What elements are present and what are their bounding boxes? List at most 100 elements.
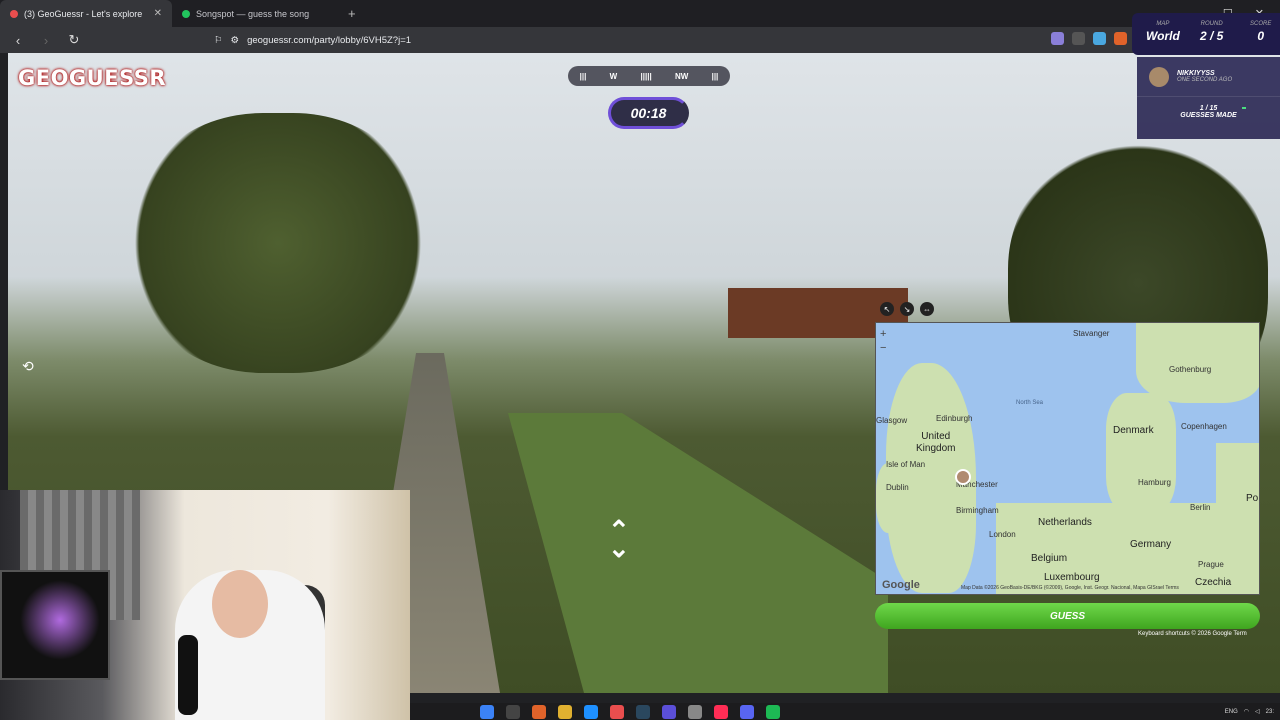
tray-time[interactable]: 23: [1266, 709, 1274, 715]
zoom-out-icon[interactable]: − [880, 341, 886, 355]
compass: ||| W ||||| NW ||| [568, 66, 730, 86]
discord-icon[interactable] [740, 704, 754, 719]
geoguessr-logo[interactable]: GEOGUESSR [18, 66, 166, 90]
google-logo: Google [882, 579, 920, 591]
map-label-po: Po [1246, 493, 1259, 504]
map-label-denmark: Denmark [1113, 425, 1154, 436]
player-name: NIKKIYYSS [1177, 70, 1215, 77]
pin-map-icon[interactable]: ⇔ [920, 302, 934, 316]
map-label-prague: Prague [1198, 560, 1224, 569]
map-label-copenhagen: Copenhagen [1181, 422, 1227, 431]
map-land-ireland [876, 463, 906, 533]
expand-map-icon[interactable]: ↖ [880, 302, 894, 316]
site-info-icon[interactable]: ⚙ [231, 35, 240, 46]
map-label-belgium: Belgium [1031, 553, 1068, 564]
tray-lang[interactable]: ENG [1225, 709, 1238, 715]
round-value: 2 / 5 [1200, 29, 1224, 43]
steam-icon[interactable] [636, 704, 650, 719]
navigation-arrows-icon[interactable]: ⌃ ⌄ [608, 517, 630, 561]
tab-geoguessr[interactable]: (3) GeoGuessr - Let's explore ✕ [0, 0, 172, 27]
player-guess-time: ONE SECOND AGO [1177, 77, 1233, 83]
map-label-london: London [989, 530, 1016, 539]
guesses-count: 1 / 15 [1199, 105, 1218, 112]
game-status-hud: MAP World ROUND 2 / 5 SCORE 0 [1132, 13, 1280, 55]
forward-icon[interactable]: › [36, 33, 56, 48]
map-label-united-kingdom: United Kingdom [916, 431, 956, 454]
map-label-edinburgh: Edinburgh [936, 414, 973, 423]
spotify-icon[interactable] [766, 704, 780, 719]
url-field[interactable]: ⚐ ⚙ geoguessr.com/party/lobby/6VH5Z?j=1 [214, 30, 974, 50]
score-value: 0 [1257, 29, 1265, 43]
obs-icon[interactable] [662, 704, 676, 719]
brave-icon[interactable] [532, 704, 546, 719]
avatar [1149, 66, 1169, 87]
player-guess-pin-icon[interactable] [955, 469, 971, 485]
zoom-in-icon[interactable]: + [880, 327, 886, 341]
map-label-birmingham: Birmingham [956, 506, 999, 515]
map-label-dublin: Dublin [886, 483, 909, 492]
score-label: SCORE [1250, 21, 1272, 27]
map-size-controls: ↖ ↘ ⇔ [880, 302, 934, 316]
map-stat: MAP World [1146, 21, 1180, 43]
party-players-panel: NIKKIYYSS ONE SECOND AGO 1 / 15 GUESSES … [1137, 57, 1280, 139]
map-land-poland [1216, 443, 1259, 523]
map-label-stavanger: Stavanger [1073, 329, 1110, 338]
extension-icon[interactable] [1051, 32, 1064, 45]
edge-icon[interactable] [584, 704, 598, 719]
guess-button[interactable]: GUESS [875, 603, 1260, 629]
map-label-gothenburg: Gothenburg [1169, 365, 1212, 374]
compass-tick: ||||| [640, 71, 652, 81]
url-text: geoguessr.com/party/lobby/6VH5Z?j=1 [247, 34, 412, 46]
extension-icon[interactable] [1093, 32, 1106, 45]
address-bar: ‹ › ↻ ⚐ ⚙ geoguessr.com/party/lobby/6VH5… [0, 27, 1280, 53]
map-label-czechia: Czechia [1195, 577, 1232, 588]
map-label-berlin: Berlin [1190, 503, 1211, 512]
round-label: ROUND [1200, 21, 1223, 27]
webcam-overlay [0, 490, 410, 720]
round-timer: 00:18 [608, 97, 689, 129]
map-label-isle-of-man: Isle of Man [886, 460, 926, 469]
return-to-start-icon[interactable]: ⟲ [22, 358, 42, 378]
map-label-netherlands: Netherlands [1038, 517, 1092, 528]
guesses-made: 1 / 15 GUESSES MADE [1137, 97, 1280, 119]
map-land-denmark [1106, 393, 1176, 513]
new-tab-button[interactable]: + [340, 6, 364, 21]
keyboard-shortcuts-link[interactable]: Keyboard shortcuts © 2026 Google Term [1138, 631, 1247, 637]
reload-icon[interactable]: ↻ [64, 32, 84, 48]
tab-title: Songspot — guess the song [196, 8, 310, 19]
start-icon[interactable] [480, 704, 494, 719]
extension-icon[interactable] [1072, 32, 1085, 45]
volume-icon[interactable]: ◁ [1255, 708, 1260, 715]
map-label-hamburg: Hamburg [1138, 478, 1171, 487]
compass-northwest: NW [674, 71, 689, 81]
taskbar-apps [480, 704, 780, 719]
app-icon[interactable] [688, 704, 702, 719]
map-label: MAP [1156, 21, 1170, 27]
tiktok-icon[interactable] [714, 704, 728, 719]
back-icon[interactable]: ‹ [8, 33, 28, 48]
bookmark-icon[interactable]: ⚐ [214, 35, 223, 46]
score-stat: SCORE 0 [1250, 21, 1271, 43]
guess-progress-indicator [1242, 107, 1246, 109]
system-tray: ENG ◠ ◁ 23: [1225, 708, 1274, 716]
folder-icon[interactable] [558, 704, 572, 719]
map-zoom-controls: + − [880, 327, 886, 355]
guess-map[interactable]: + − Stavanger Gothenburg Edinburgh North… [875, 322, 1260, 595]
map-label-luxembourg: Luxembourg [1044, 572, 1100, 583]
wifi-icon[interactable]: ◠ [1244, 708, 1249, 715]
street-view-grass [508, 413, 888, 693]
close-tab-icon[interactable]: ✕ [154, 8, 162, 19]
songspot-favicon-icon [182, 9, 190, 18]
map-label-glasgow: Glasgow [876, 416, 908, 425]
tab-songspot[interactable]: Songspot — guess the song [172, 0, 340, 27]
map-attribution[interactable]: Map Data ©2026 GeoBasis-DE/BKG (©2009), … [961, 585, 1179, 591]
geoguessr-favicon-icon [10, 9, 18, 18]
compass-tick: ||| [579, 71, 587, 81]
extension-icon[interactable] [1114, 32, 1127, 45]
map-value: World [1146, 29, 1180, 43]
chrome-icon[interactable] [610, 704, 624, 719]
shrink-map-icon[interactable]: ↘ [900, 302, 914, 316]
search-icon[interactable] [506, 704, 520, 719]
map-label-germany: Germany [1130, 539, 1172, 550]
street-view-tree [128, 113, 428, 373]
